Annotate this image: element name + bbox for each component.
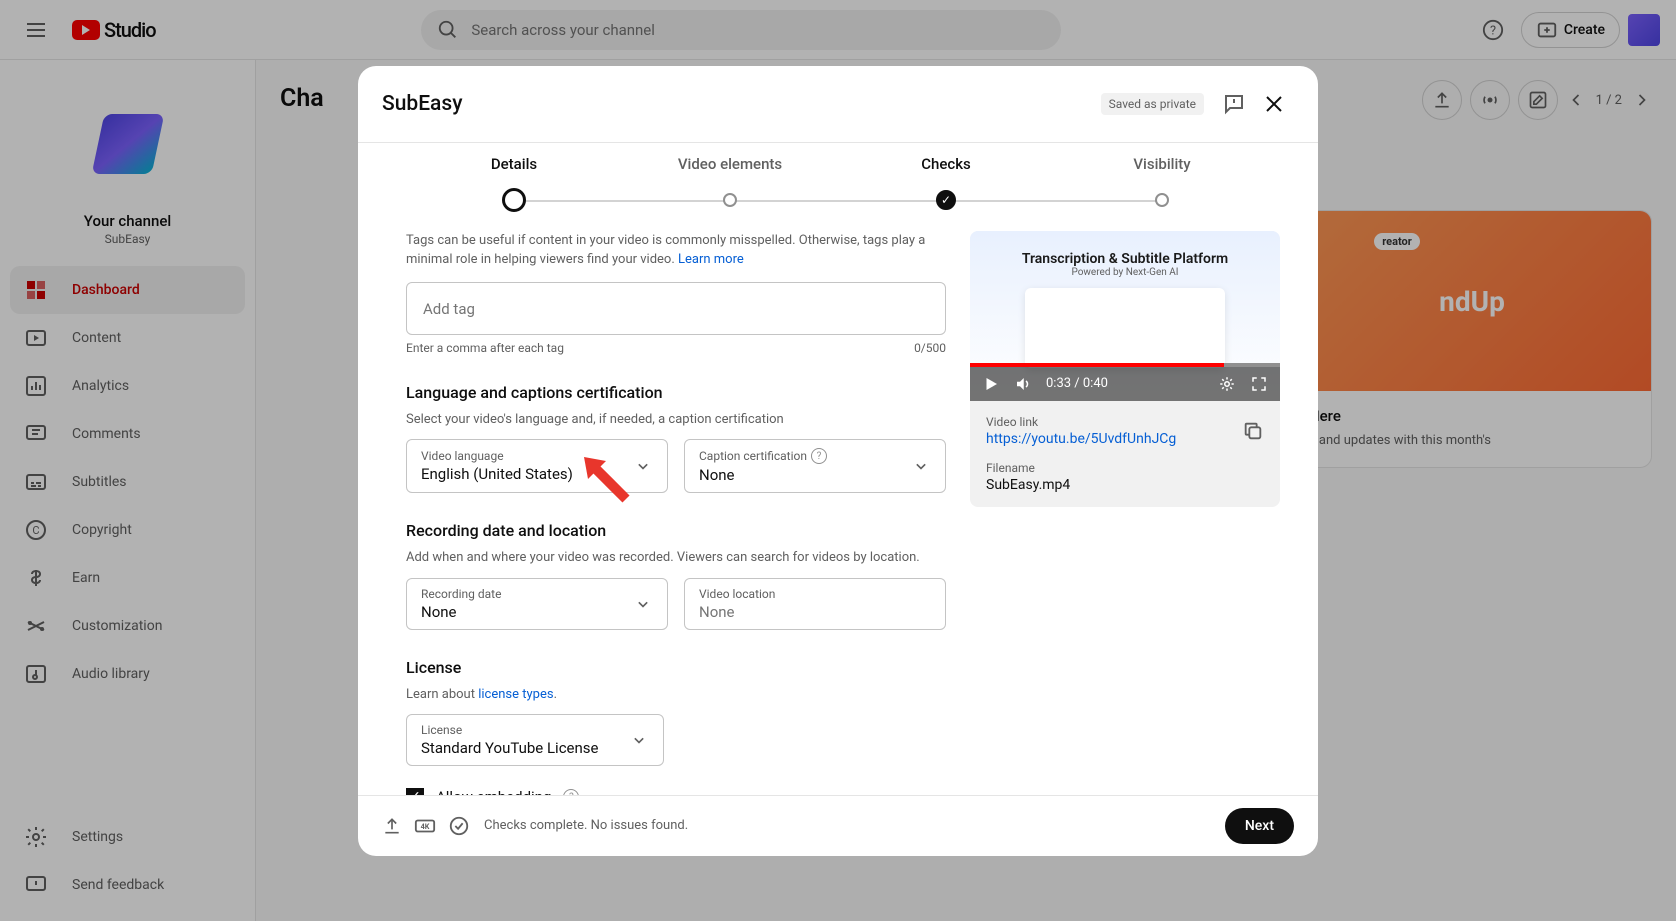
video-link-label: Video link (986, 415, 1176, 429)
close-button[interactable] (1254, 84, 1294, 124)
dialog-footer: 4K Checks complete. No issues found. Nex… (358, 795, 1318, 856)
svg-text:4K: 4K (421, 821, 430, 830)
next-button[interactable]: Next (1225, 808, 1294, 844)
allow-embedding-row[interactable]: ✓ Allow embedding ? (406, 788, 946, 795)
hd-processing-icon: 4K (414, 815, 436, 837)
tags-help: Enter a comma after each tag (406, 341, 564, 355)
modal-overlay: SubEasy Saved as private Details Video e… (0, 0, 1676, 921)
language-hint: Select your video's language and, if nee… (406, 410, 946, 430)
recording-section-title: Recording date and location (406, 521, 946, 540)
video-link[interactable]: https://youtu.be/5UvdfUnhJCg (986, 431, 1176, 447)
license-types-link[interactable]: license types (478, 687, 553, 702)
volume-icon[interactable] (1014, 375, 1032, 393)
close-icon (1262, 92, 1286, 116)
filename-label: Filename (986, 461, 1264, 475)
chevron-down-icon (633, 456, 653, 476)
tags-hint: Tags can be useful if content in your vi… (406, 231, 946, 270)
help-icon[interactable]: ? (811, 448, 827, 464)
feedback-icon-button[interactable] (1214, 84, 1254, 124)
tags-input[interactable] (423, 300, 929, 318)
video-location-input[interactable]: Video location None (684, 578, 946, 630)
checks-complete-icon (448, 815, 470, 837)
license-hint: Learn about license types. (406, 685, 946, 705)
dialog-title: SubEasy (382, 92, 1101, 116)
video-thumbnail[interactable]: Transcription & Subtitle Platform Powere… (970, 231, 1280, 401)
play-icon[interactable] (982, 375, 1000, 393)
stepper: Details Video elements Checks ✓ Visibili… (358, 142, 1318, 215)
footer-status: Checks complete. No issues found. (484, 818, 688, 833)
upload-status-icon (382, 816, 402, 836)
step-video-elements[interactable]: Video elements (622, 155, 838, 215)
tags-count: 0/500 (914, 341, 946, 355)
fullscreen-icon[interactable] (1250, 375, 1268, 393)
tags-learn-more-link[interactable]: Learn more (678, 252, 744, 267)
settings-icon[interactable] (1218, 375, 1236, 393)
chevron-down-icon (629, 730, 649, 750)
license-section-title: License (406, 658, 946, 677)
chevron-down-icon (911, 456, 931, 476)
save-status-badge: Saved as private (1101, 93, 1204, 115)
video-language-dropdown[interactable]: Video language English (United States) (406, 439, 668, 493)
embed-checkbox[interactable]: ✓ (406, 788, 424, 795)
dialog-header: SubEasy Saved as private (358, 66, 1318, 142)
step-details[interactable]: Details (406, 155, 622, 215)
help-icon[interactable]: ? (563, 789, 579, 795)
license-dropdown[interactable]: License Standard YouTube License (406, 714, 664, 766)
recording-date-dropdown[interactable]: Recording date None (406, 578, 668, 630)
recording-hint: Add when and where your video was record… (406, 548, 946, 568)
step-visibility[interactable]: Visibility (1054, 155, 1270, 215)
embed-label: Allow embedding (436, 788, 551, 795)
chevron-down-icon (633, 594, 653, 614)
step-checks[interactable]: Checks ✓ (838, 155, 1054, 215)
upload-dialog: SubEasy Saved as private Details Video e… (358, 66, 1318, 856)
caption-cert-dropdown[interactable]: Caption certification ? None (684, 439, 946, 493)
video-preview-card: Transcription & Subtitle Platform Powere… (970, 231, 1280, 507)
dialog-body: Tags can be useful if content in your vi… (358, 215, 1318, 795)
language-section-title: Language and captions certification (406, 383, 946, 402)
video-time: 0:33 / 0:40 (1046, 376, 1108, 391)
copy-icon[interactable] (1242, 420, 1264, 442)
filename-value: SubEasy.mp4 (986, 477, 1264, 493)
tags-input-container[interactable] (406, 282, 946, 335)
chat-alert-icon (1222, 92, 1246, 116)
